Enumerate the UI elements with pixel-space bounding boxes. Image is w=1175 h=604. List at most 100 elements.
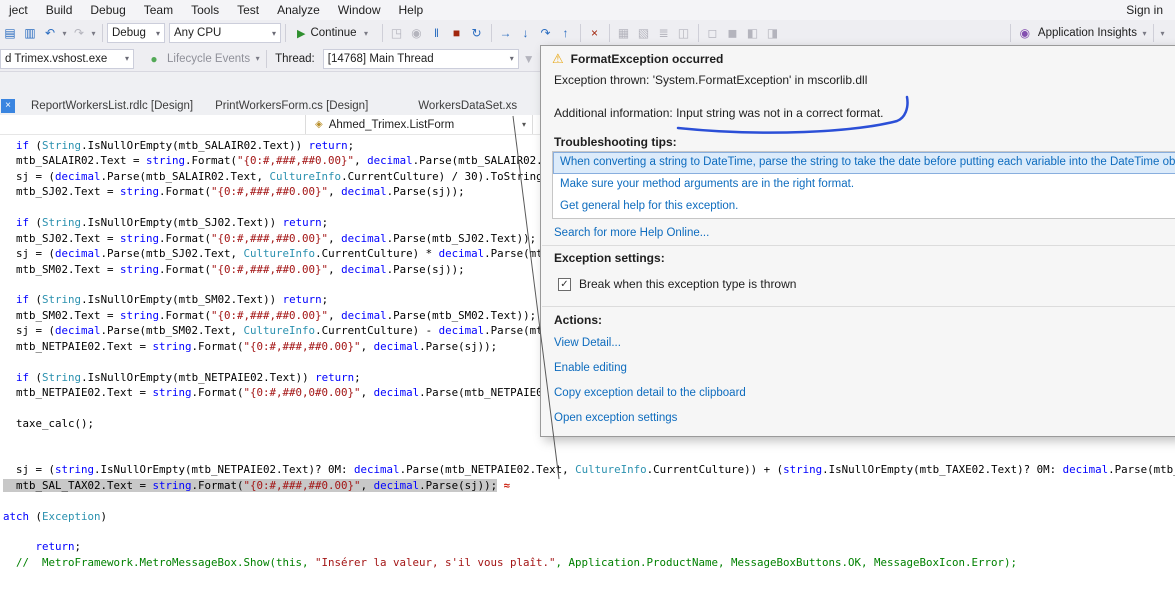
- tip-link-datetime[interactable]: When converting a string to DateTime, pa…: [553, 152, 1175, 174]
- break-when-thrown-row[interactable]: ✓ Break when this exception type is thro…: [558, 277, 796, 291]
- chevron-down-icon: ▾: [509, 54, 514, 63]
- project-dropdown-pane[interactable]: [0, 115, 306, 134]
- show-next-statement-icon[interactable]: →: [496, 26, 516, 40]
- platform-value: Any CPU: [174, 27, 222, 39]
- menu-item-debug[interactable]: Debug: [81, 1, 134, 19]
- toolbar-separator: [1009, 24, 1011, 42]
- undo-dropdown-caret-icon[interactable]: ▾: [60, 29, 69, 38]
- process-value: d Trimex.vshost.exe: [5, 52, 108, 65]
- redo-icon[interactable]: ↷: [69, 26, 89, 40]
- tip-link-arguments[interactable]: Make sure your method arguments are in t…: [553, 174, 1175, 196]
- step-over-icon[interactable]: ↷: [536, 26, 556, 40]
- standard-toolbar: ▤ ▥ ↶ ▾ ↷ ▾ Debug ▾ Any CPU ▾ ▶ Continue…: [0, 20, 1175, 46]
- application-insights-icon[interactable]: ◉: [1015, 26, 1035, 40]
- tab-print-workers-form[interactable]: PrintWorkersForm.cs [Design]: [204, 98, 379, 115]
- menu-item-analyze[interactable]: Analyze: [268, 1, 329, 19]
- previous-bookmark-icon[interactable]: ◻: [703, 26, 723, 40]
- code-line[interactable]: // MetroFramework.MetroMessageBox.Show(t…: [3, 555, 1175, 570]
- divider: [542, 306, 1175, 307]
- lifecycle-events-label[interactable]: Lifecycle Events: [167, 53, 250, 65]
- menu-item-build[interactable]: Build: [37, 1, 82, 19]
- undo-icon[interactable]: ↶: [40, 26, 60, 40]
- divider: [542, 245, 1175, 246]
- warning-icon: ⚠: [552, 51, 564, 66]
- menu-item-team[interactable]: Team: [135, 1, 182, 19]
- tab-workers-dataset[interactable]: WorkersDataSet.xs: [407, 98, 528, 115]
- menu-item-project[interactable]: ject: [0, 1, 37, 19]
- filter-threads-icon[interactable]: ▼: [519, 52, 539, 66]
- watch-window-icon[interactable]: ▦: [614, 26, 634, 40]
- platform-dropdown[interactable]: Any CPU ▾: [169, 23, 281, 43]
- thread-dropdown[interactable]: [14768] Main Thread ▾: [322, 48, 519, 69]
- solution-config-dropdown[interactable]: Debug ▾: [107, 23, 165, 43]
- restart-icon[interactable]: ↻: [467, 26, 487, 40]
- call-stack-window-icon[interactable]: ▧: [634, 26, 654, 40]
- immediate-window-icon[interactable]: ≣: [654, 26, 674, 40]
- toolbar-separator: [579, 24, 581, 42]
- breakpoints-window-icon[interactable]: ◳: [387, 26, 407, 40]
- continue-label: Continue: [310, 27, 357, 39]
- toolbar-separator: [1153, 24, 1154, 42]
- stop-debugging-icon[interactable]: ■: [447, 26, 467, 40]
- copy-exception-detail-link[interactable]: Copy exception detail to the clipboard: [554, 387, 746, 399]
- enable-editing-link[interactable]: Enable editing: [554, 362, 627, 374]
- continue-button[interactable]: ▶ Continue ▾: [290, 27, 378, 40]
- diagnostics-icon[interactable]: ◉: [407, 26, 427, 40]
- menu-item-window[interactable]: Window: [329, 1, 390, 19]
- toolbar-separator: [490, 24, 492, 42]
- toolbar-separator: [697, 24, 699, 42]
- menu-item-test[interactable]: Test: [228, 1, 268, 19]
- toolbar-separator: [266, 49, 268, 68]
- break-when-thrown-checkbox[interactable]: ✓: [558, 277, 571, 291]
- code-line[interactable]: [3, 447, 1175, 462]
- exception-settings-header: Exception settings:: [554, 251, 665, 265]
- output-window-icon[interactable]: ◫: [674, 26, 694, 40]
- chevron-down-icon: ▾: [155, 28, 160, 38]
- step-into-icon[interactable]: ↓: [516, 26, 536, 40]
- menu-item-help[interactable]: Help: [390, 1, 433, 19]
- step-out-icon[interactable]: ↑: [556, 26, 576, 40]
- toolbar-separator: [608, 24, 610, 42]
- thread-label: Thread:: [275, 52, 315, 65]
- menu-item-tools[interactable]: Tools: [182, 1, 228, 19]
- solution-config-value: Debug: [112, 27, 146, 39]
- code-line[interactable]: return;: [3, 539, 1175, 554]
- exception-popup-header: ⚠ FormatException occurred: [552, 51, 723, 67]
- tab-report-workers-list[interactable]: ReportWorkersList.rdlc [Design]: [20, 98, 204, 115]
- toolbar-separator: [381, 24, 383, 42]
- toolbar-overflow-icon[interactable]: ▾: [1158, 29, 1167, 38]
- close-document-icon[interactable]: ×: [1, 99, 15, 113]
- code-line[interactable]: [3, 524, 1175, 539]
- tip-link-general-help[interactable]: Get general help for this exception.: [553, 196, 1175, 218]
- type-dropdown-pane[interactable]: ◈ Ahmed_Trimex.ListForm ▾: [306, 115, 533, 134]
- code-line[interactable]: [3, 493, 1175, 508]
- lifecycle-events-icon[interactable]: ●: [144, 52, 164, 66]
- lifecycle-events-caret-icon[interactable]: ▾: [253, 54, 262, 63]
- redo-dropdown-caret-icon[interactable]: ▾: [89, 29, 98, 38]
- code-line[interactable]: atch (Exception): [3, 509, 1175, 524]
- code-line[interactable]: mtb_SAL_TAX02.Text = string.Format("{0:#…: [3, 478, 1175, 493]
- clear-bookmarks-icon[interactable]: ◨: [763, 26, 783, 40]
- play-icon: ▶: [297, 27, 306, 40]
- application-insights-caret-icon[interactable]: ▾: [1140, 29, 1149, 38]
- toolbar-separator: [102, 24, 103, 42]
- view-detail-link[interactable]: View Detail...: [554, 337, 621, 349]
- exception-assistant-popup: ⚠ FormatException occurred Exception thr…: [540, 45, 1175, 437]
- application-insights-label[interactable]: Application Insights: [1038, 27, 1137, 39]
- toggle-bookmark-icon[interactable]: ◧: [743, 26, 763, 40]
- save-icon[interactable]: ▥: [20, 26, 40, 40]
- search-help-online-link[interactable]: Search for more Help Online...: [554, 227, 709, 239]
- break-all-icon[interactable]: ‖: [427, 26, 447, 40]
- exception-title: FormatException occurred: [570, 52, 724, 66]
- sign-in-link[interactable]: Sign in: [1114, 3, 1175, 17]
- cancel-build-icon[interactable]: ×: [585, 26, 605, 40]
- open-exception-settings-link[interactable]: Open exception settings: [554, 412, 677, 424]
- next-bookmark-icon[interactable]: ◼: [723, 26, 743, 40]
- chevron-down-icon: ▾: [124, 54, 129, 63]
- toolbar-separator: [285, 24, 286, 42]
- thread-value: [14768] Main Thread: [327, 52, 434, 65]
- code-line[interactable]: sj = (string.IsNullOrEmpty(mtb_NETPAIE02…: [3, 462, 1175, 477]
- new-file-icon[interactable]: ▤: [0, 26, 20, 40]
- process-dropdown[interactable]: d Trimex.vshost.exe ▾: [0, 48, 134, 69]
- chevron-down-icon: ▾: [271, 28, 276, 38]
